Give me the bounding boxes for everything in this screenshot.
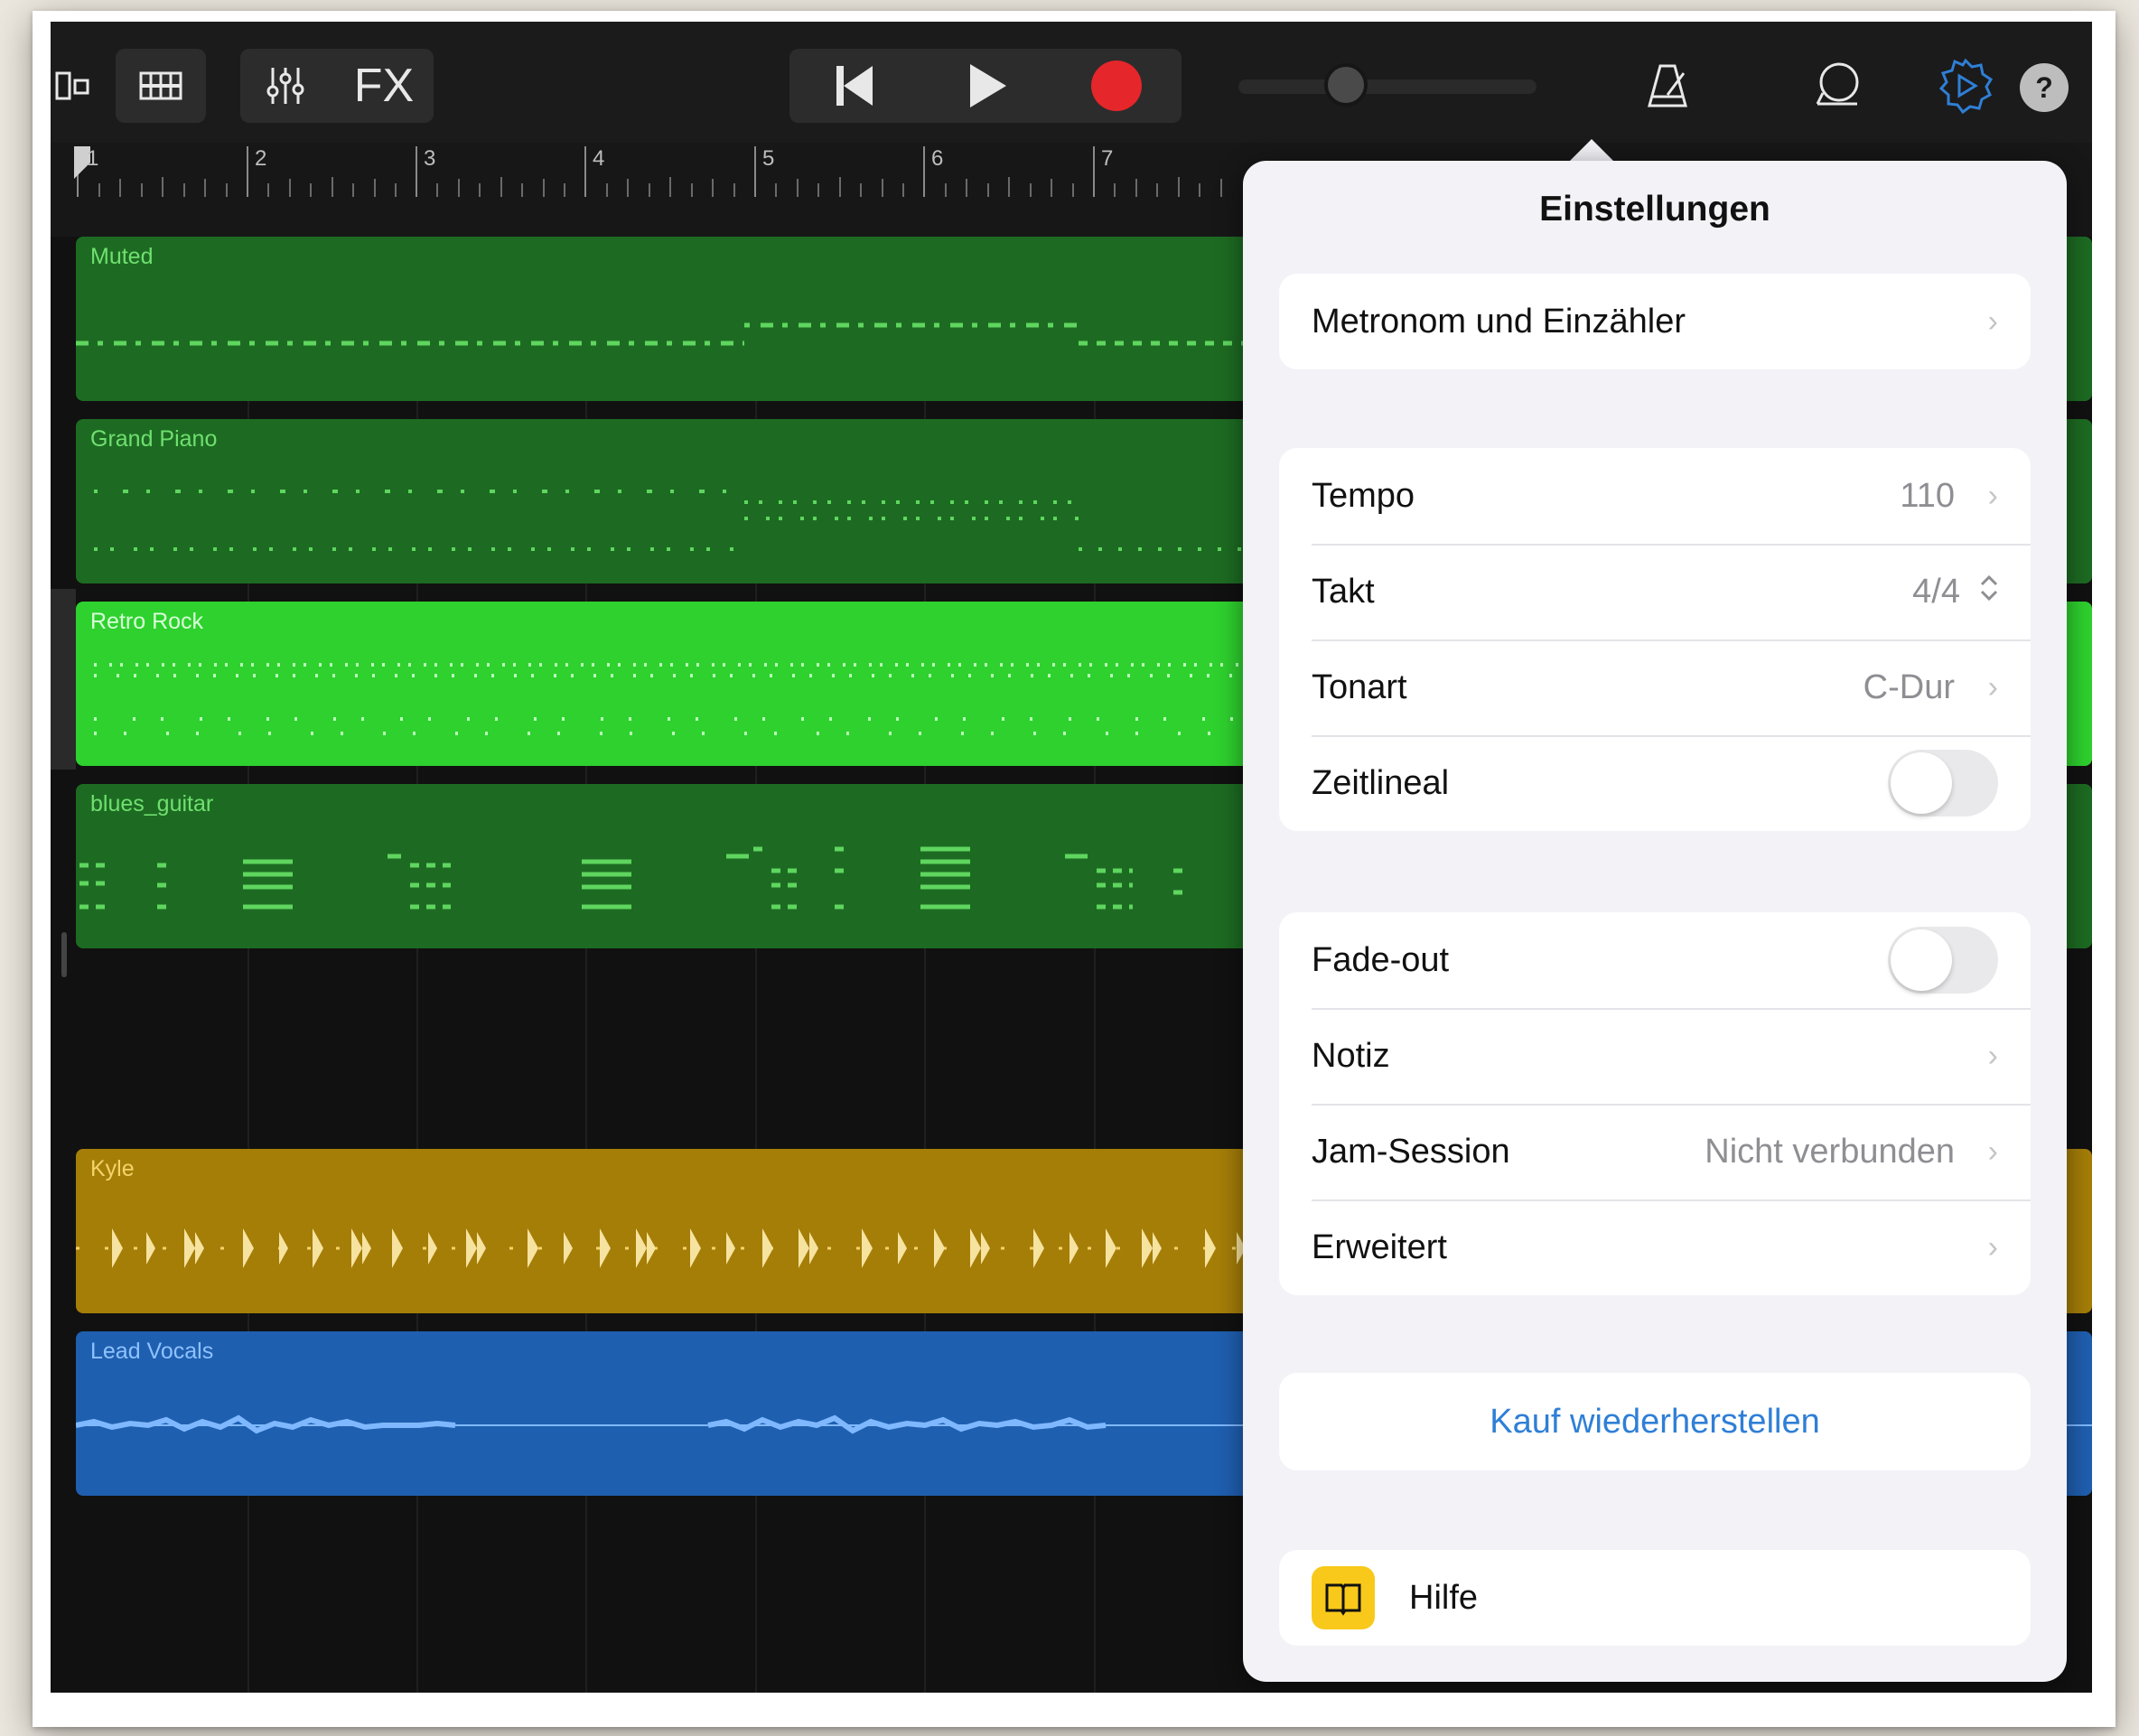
- gear-icon: [1938, 58, 1994, 114]
- chevron-right-icon: ›: [1987, 1134, 1998, 1169]
- loop-browser-button[interactable]: [1803, 49, 1875, 123]
- metronome-button[interactable]: [1631, 49, 1704, 123]
- toggle-knob: [1891, 752, 1952, 814]
- settings-button[interactable]: [1929, 49, 2002, 123]
- go-to-start-button[interactable]: [789, 49, 920, 123]
- bar-number: 6: [931, 146, 944, 171]
- bar-number: 2: [255, 146, 267, 171]
- tempo-value: 110: [1900, 476, 1955, 515]
- erweitert-row[interactable]: Erweitert ›: [1279, 1199, 2031, 1295]
- chevron-right-icon: ›: [1987, 1229, 1998, 1265]
- popover-title: Einstellungen: [1539, 190, 1770, 229]
- restore-purchases-button[interactable]: Kauf wiederherstellen: [1279, 1373, 2031, 1470]
- tracks-view-icon: [139, 71, 182, 100]
- zeitlineal-row: Zeitlineal: [1279, 735, 2031, 831]
- help-button[interactable]: ?: [2020, 63, 2069, 112]
- chevron-up-down-icon: [1978, 573, 2000, 611]
- row-label: Zeitlineal: [1312, 763, 1450, 802]
- jam-session-row[interactable]: Jam-Session Nicht verbunden ›: [1279, 1104, 2031, 1199]
- transport-group: [789, 49, 1182, 123]
- help-card: Hilfe: [1279, 1550, 2031, 1646]
- tracks-view-button[interactable]: [116, 49, 206, 123]
- tonart-value: C-Dur: [1863, 667, 1955, 706]
- row-label: Jam-Session: [1312, 1132, 1510, 1171]
- track-header-handle[interactable]: [51, 589, 76, 770]
- metronome-icon: [1648, 64, 1687, 107]
- toggle-knob: [1891, 929, 1952, 991]
- row-label: Notiz: [1312, 1036, 1390, 1075]
- chevron-right-icon: ›: [1987, 478, 1998, 513]
- chevron-right-icon: ›: [1987, 1038, 1998, 1073]
- tempo-row[interactable]: Tempo 110 ›: [1279, 448, 2031, 544]
- screenshot-frame: FX ? 1 2 3 4 5 6 7 Muted Grand Piano Ret…: [33, 11, 2116, 1727]
- zeitlineal-toggle[interactable]: [1888, 750, 1998, 817]
- row-label: Metronom und Einzähler: [1312, 302, 1686, 341]
- volume-slider-knob[interactable]: [1324, 63, 1368, 107]
- bar-number: 1: [87, 146, 99, 171]
- mixer-fx-group: FX: [240, 49, 434, 123]
- jam-session-value: Nicht verbunden: [1705, 1132, 1955, 1171]
- book-icon: [1312, 1566, 1375, 1629]
- settings-popover: Einstellungen Metronom und Einzähler › T…: [1243, 161, 2067, 1682]
- bar-number: 5: [762, 146, 775, 171]
- takt-value: 4/4: [1912, 572, 1960, 611]
- toolbar: FX ?: [51, 22, 2092, 143]
- play-icon: [970, 64, 1006, 107]
- view-toggle-icon[interactable]: [51, 49, 96, 123]
- hilfe-row[interactable]: Hilfe: [1279, 1550, 2031, 1646]
- fadeout-toggle[interactable]: [1888, 927, 1998, 994]
- row-label: Hilfe: [1409, 1578, 1479, 1617]
- chevron-right-icon: ›: [1987, 303, 1998, 339]
- fadeout-row: Fade-out: [1279, 912, 2031, 1008]
- restore-card: Kauf wiederherstellen: [1279, 1373, 2031, 1470]
- popover-arrow: [1568, 139, 1615, 163]
- row-label: Takt: [1312, 572, 1375, 611]
- notiz-row[interactable]: Notiz ›: [1279, 1008, 2031, 1104]
- row-label: Fade-out: [1312, 940, 1450, 979]
- chevron-right-icon: ›: [1987, 669, 1998, 705]
- metronome-card: Metronom und Einzähler ›: [1279, 274, 2031, 369]
- loop-icon: [1816, 62, 1859, 106]
- metronome-row[interactable]: Metronom und Einzähler ›: [1279, 274, 2031, 369]
- record-button[interactable]: [1051, 49, 1182, 123]
- song-settings-card: Tempo 110 › Takt 4/4 Tonart C-Dur › Zeit…: [1279, 448, 2031, 831]
- skip-back-icon: [836, 66, 873, 106]
- mixer-icon: [266, 68, 304, 104]
- bar-number: 7: [1101, 146, 1114, 171]
- row-label: Tempo: [1312, 476, 1415, 515]
- resize-grip[interactable]: [61, 932, 67, 977]
- play-button[interactable]: [921, 49, 1051, 123]
- bar-number: 4: [593, 146, 605, 171]
- record-icon: [1091, 61, 1142, 111]
- garageband-screen: FX ? 1 2 3 4 5 6 7 Muted Grand Piano Ret…: [51, 22, 2092, 1693]
- tonart-row[interactable]: Tonart C-Dur ›: [1279, 639, 2031, 735]
- volume-slider-track[interactable]: [1238, 79, 1537, 94]
- bar-number: 3: [424, 146, 436, 171]
- row-label: Tonart: [1312, 667, 1407, 706]
- takt-row[interactable]: Takt 4/4: [1279, 544, 2031, 639]
- row-label: Erweitert: [1312, 1227, 1447, 1266]
- song-extras-card: Fade-out Notiz › Jam-Session Nicht verbu…: [1279, 912, 2031, 1295]
- mixer-button[interactable]: [240, 49, 331, 123]
- fx-button[interactable]: FX: [334, 49, 434, 123]
